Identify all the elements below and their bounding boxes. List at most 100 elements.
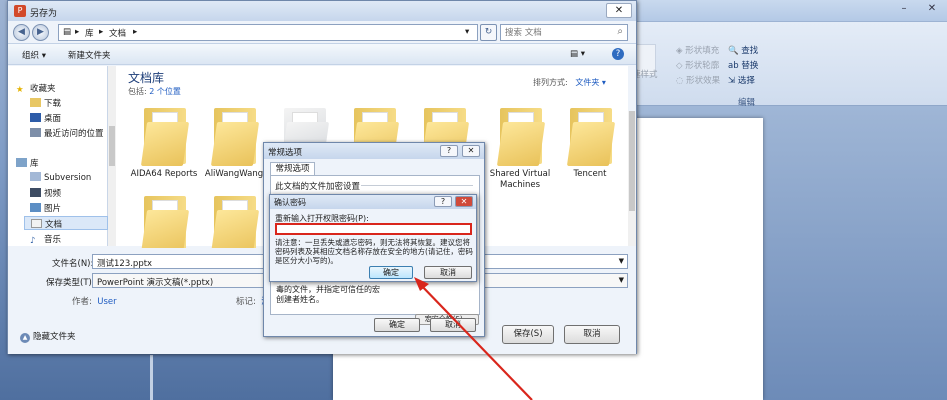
general-options-title: 常规选项 [268,148,303,158]
author-field: 作者: User [72,297,117,307]
find-button[interactable]: 🔍 查找 [728,44,758,56]
powerpoint-icon: P [14,5,26,17]
library-locations-link[interactable]: 2 个位置 [149,87,181,96]
subversion-icon [30,172,41,181]
library-includes: 包括: 2 个位置 [128,87,181,96]
help-icon[interactable]: ? [434,196,452,207]
section-divider [361,185,473,186]
libraries-icon [16,158,27,167]
search-icon[interactable]: ⌕ [617,26,623,37]
nav-item-downloads[interactable]: 下载 [30,97,61,109]
music-icon: ♪ [30,236,36,246]
confirm-cancel-button[interactable]: 取消 [424,266,472,279]
filename-label: 文件名(N): [52,259,94,269]
save-as-toolbar: 组织 ▾ 新建文件夹 ▤ ▾ ? [8,43,636,65]
nav-item-pictures[interactable]: 图片 [30,202,61,214]
shape-outline-button[interactable]: ◇ 形状轮廓 [676,59,719,71]
nav-item-libraries[interactable]: 库 [16,157,39,169]
library-folder-icon: ▤ [63,27,72,37]
chevron-down-icon[interactable]: ▼ [619,276,624,284]
new-folder-button[interactable]: 新建文件夹 [68,49,111,61]
tab-general-options[interactable]: 常规选项 [270,162,315,176]
password-warning-note: 请注意：一旦丢失或遗忘密码，则无法将其恢复。建议您将密码列表及其相应文档名称存放… [275,238,473,265]
folder-label[interactable]: AIDA64 Reports [124,169,204,180]
folder-icon[interactable] [136,106,191,168]
shape-fill-button[interactable]: ◈ 形状填充 [676,44,719,56]
library-title: 文档库 [128,71,165,85]
file-list-scrollbar[interactable] [628,111,636,246]
save-button[interactable]: 保存(S) [502,325,554,344]
help-icon[interactable]: ? [440,145,458,157]
save-as-close-button[interactable]: ✕ [606,3,632,18]
documents-icon [31,219,42,228]
word-titlebar: – ✕ [630,0,947,22]
nav-item-subversion[interactable]: Subversion [30,172,91,183]
save-as-titlebar: P 另存为 ✕ [8,1,636,21]
confirm-ok-button[interactable]: 确定 [369,266,413,279]
forward-arrow-icon[interactable]: ▶ [32,24,49,41]
view-options-icon[interactable]: ▤ ▾ [570,49,585,59]
general-cancel-button[interactable]: 取消 [430,318,476,332]
help-icon[interactable]: ? [612,48,624,60]
folder-label[interactable]: AliWangWang [194,169,274,180]
breadcrumb-libraries[interactable]: 库 [85,27,94,39]
folder-label[interactable]: Shared Virtual Machines [480,169,560,191]
address-bar-row: ◀ ▶ ▤ ▸ 库 ▸ 文档 ▸ ▾ ↻ ⌕ [8,21,636,43]
address-dropdown-icon[interactable]: ▾ [465,27,469,37]
select-button[interactable]: ⇲ 选择 [728,74,755,86]
pictures-icon [30,203,41,212]
confirm-password-title: 确认密码 [274,198,306,207]
confirm-password-titlebar: 确认密码 ? ✕ [270,195,476,209]
address-bar[interactable]: ▤ ▸ 库 ▸ 文档 ▸ ▾ [58,24,478,41]
search-input[interactable] [505,26,605,39]
search-box[interactable]: ⌕ [500,24,628,41]
cancel-button[interactable]: 取消 [564,325,620,344]
arrange-by-dropdown[interactable]: 文件夹 ▾ [575,78,606,87]
general-options-titlebar: 常规选项 ? ✕ [264,143,484,159]
hide-folders-toggle[interactable]: ▲ 隐藏文件夹 [20,330,76,343]
filetype-label: 保存类型(T): [46,278,95,288]
close-button[interactable]: ✕ [920,3,944,18]
close-icon[interactable]: ✕ [455,196,473,207]
confirm-password-dialog: 确认密码 ? ✕ 重新输入打开权限密码(P): 请注意：一旦丢失或遗忘密码，则无… [269,194,477,282]
nav-item-favorites[interactable]: ★ 收藏夹 [16,82,56,95]
folder-icon[interactable] [136,194,191,256]
nav-item-recent-places[interactable]: 最近访问的位置 [30,127,104,139]
reenter-password-field[interactable] [275,223,472,235]
general-ok-button[interactable]: 确定 [374,318,420,332]
taskbar-divider [150,355,153,400]
folder-icon[interactable] [492,106,547,168]
recent-places-icon [30,128,41,137]
nav-scroll-thumb[interactable] [109,126,115,166]
folder-icon[interactable] [562,106,617,168]
folder-label[interactable]: Tencent [550,169,630,180]
organize-button[interactable]: 组织 ▾ [22,49,46,61]
refresh-icon[interactable]: ↻ [480,24,497,41]
folder-icon[interactable] [206,194,261,256]
chevron-up-icon: ▲ [20,333,30,343]
shape-effects-button[interactable]: ◌ 形状效果 [676,74,720,86]
folder-icon[interactable] [206,106,261,168]
macro-hint-text: 毒的文件，并指定可信任的宏创建者姓名。 [276,285,380,304]
breadcrumb-documents[interactable]: 文档 [109,27,126,39]
word-ribbon: 速样式 ◈ 形状填充 ◇ 形状轮廓 ◌ 形状效果 🔍 查找 ab 替换 ⇲ 选择… [630,22,947,108]
desktop-icon [30,113,41,122]
minimize-button[interactable]: – [892,3,916,18]
nav-item-videos[interactable]: 视频 [30,187,61,199]
file-list-scroll-thumb[interactable] [629,111,635,211]
close-icon[interactable]: ✕ [462,145,480,157]
nav-item-documents[interactable]: 文档 [24,216,108,230]
author-value[interactable]: User [97,297,116,307]
download-folder-icon [30,98,41,107]
star-icon: ★ [16,85,24,95]
chevron-down-icon[interactable]: ▼ [619,257,624,265]
nav-item-music[interactable]: ♪ 音乐 [30,233,61,246]
back-arrow-icon[interactable]: ◀ [13,24,30,41]
arrange-by: 排列方式: 文件夹 ▾ [533,78,606,87]
video-icon [30,188,41,197]
save-as-title: 另存为 [30,9,58,19]
nav-item-desktop[interactable]: 桌面 [30,112,61,124]
replace-button[interactable]: ab 替换 [728,59,758,71]
nav-scrollbar[interactable] [108,66,116,246]
navigation-pane: ★ 收藏夹 下载 桌面 最近访问的位置 库 Subversion 视频 图片 文档… [8,66,108,246]
